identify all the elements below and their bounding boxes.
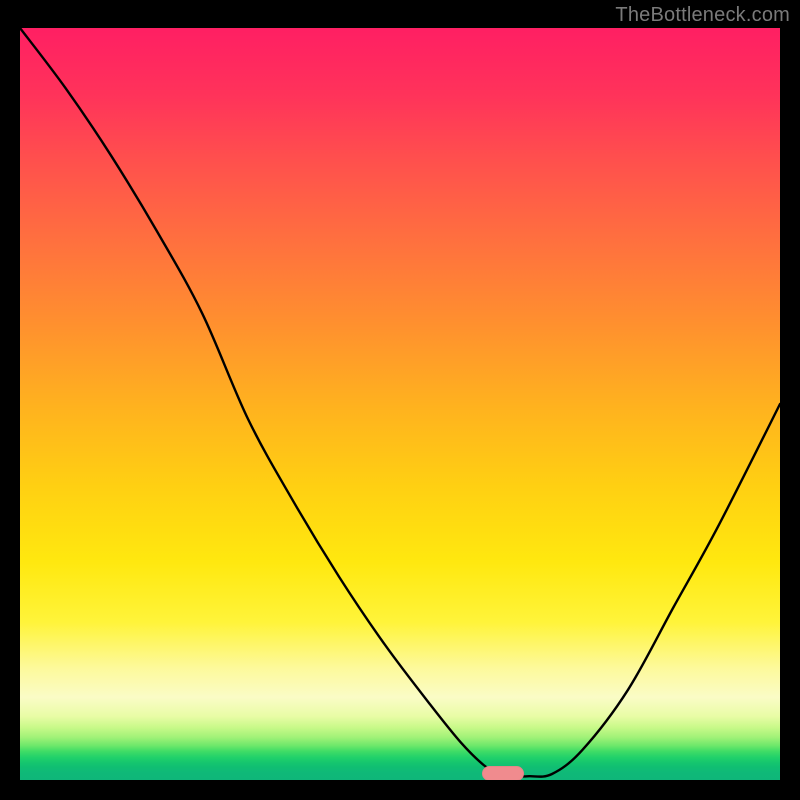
- chart-frame: TheBottleneck.com: [0, 0, 800, 800]
- bottleneck-curve: [20, 28, 780, 780]
- plot-area: [20, 28, 780, 780]
- optimal-marker: [482, 766, 524, 780]
- watermark-text: TheBottleneck.com: [615, 4, 790, 27]
